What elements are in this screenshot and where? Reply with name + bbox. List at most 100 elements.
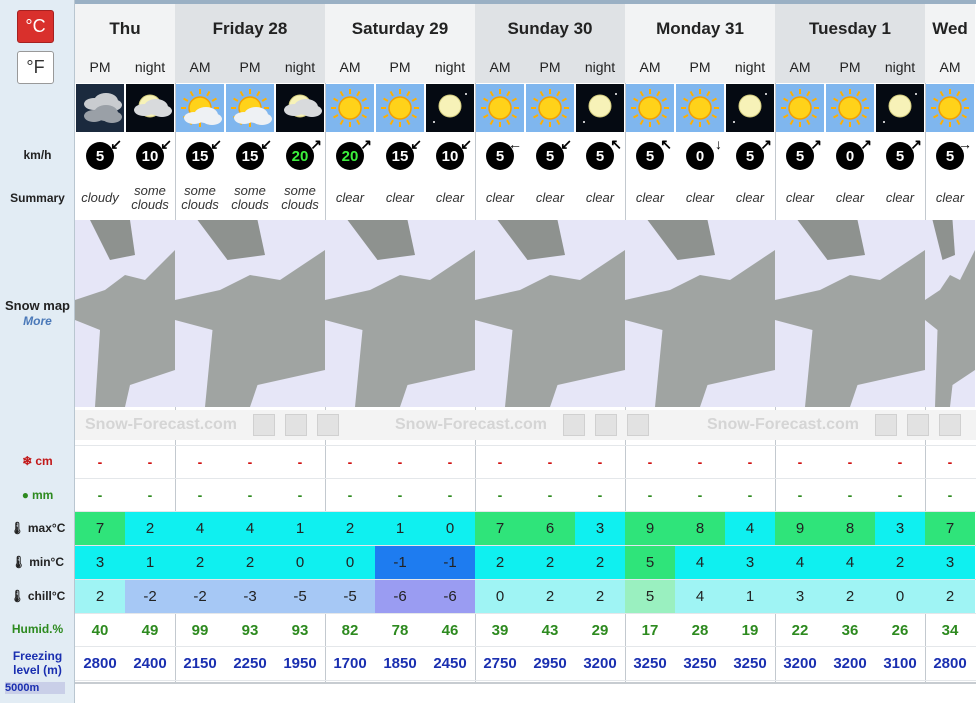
humidity-label: Humid.%: [11, 622, 64, 636]
snow-map-image[interactable]: [625, 220, 775, 407]
rain-amount-cell: -: [497, 487, 503, 503]
day-header: Saturday 29: [325, 4, 475, 50]
period-label: night: [575, 50, 625, 83]
snow-amount-label: ❄ cm: [0, 454, 75, 468]
min-temp-cell: 2: [475, 545, 525, 579]
wind-speed-value: 5: [545, 147, 555, 165]
rain-amount-cell: -: [947, 487, 953, 503]
snow-map-image[interactable]: [475, 220, 625, 407]
humidity-cell: 29: [591, 621, 609, 639]
snow-amount-cell: -: [347, 454, 353, 470]
humidity-cell: 28: [691, 621, 709, 639]
thermometer-icon: 🌡: [10, 555, 27, 569]
sun-icon: [676, 84, 724, 132]
weather-cell: [575, 83, 625, 133]
weather-cell: [75, 83, 125, 133]
wind-direction-arrow-icon: ↙: [110, 136, 122, 152]
wind-cell: 5 →: [925, 136, 975, 174]
snow-map-more-link[interactable]: More: [0, 314, 75, 328]
rain-amount-cell: -: [547, 487, 553, 503]
summary-cell: clear: [385, 190, 415, 205]
rain-amount-cell: -: [97, 487, 103, 503]
wind-cell: 15 ↙: [375, 136, 425, 174]
wind-cell: 15 ↙: [175, 136, 225, 174]
min-temp-cell: 4: [675, 545, 725, 579]
weather-cell: [725, 83, 775, 133]
snow-map-image[interactable]: [775, 220, 925, 407]
rain-amount-cell: -: [897, 487, 903, 503]
snow-amount-cell: -: [497, 454, 503, 470]
moon-icon: [726, 84, 774, 132]
snow-amount-cell: -: [747, 454, 753, 470]
weather-cell: [675, 83, 725, 133]
min-temp-cell: -1: [425, 545, 475, 579]
sun-icon: [326, 84, 374, 132]
wind-cell: 15 ↙: [225, 136, 275, 174]
humidity-cell: 22: [791, 621, 809, 639]
summary-cell: clear: [735, 190, 765, 205]
chill-temp-cell: 0: [875, 579, 925, 613]
min-temp-cell: 3: [75, 545, 125, 579]
freezing-level-cell: 2800: [83, 654, 117, 672]
snow-map-image[interactable]: [175, 220, 325, 407]
snow-amount-cell: -: [247, 454, 253, 470]
rain-amount-cell: -: [397, 487, 403, 503]
sun-cloud-icon: [226, 84, 274, 132]
moon-icon: [426, 84, 474, 132]
snow-map-image[interactable]: [75, 220, 175, 407]
rain-amount-unit: mm: [31, 488, 54, 502]
period-label: AM: [175, 50, 225, 83]
humidity-cell: 39: [491, 621, 509, 639]
snow-map-strip: [75, 220, 976, 407]
period-label: PM: [225, 50, 275, 83]
rain-amount-label: ● mm: [0, 488, 75, 502]
wind-cell: 0 ↗: [825, 136, 875, 174]
min-temp-cell: 2: [875, 545, 925, 579]
wind-speed-badge: 15 ↙: [386, 136, 422, 170]
sun-icon: [926, 84, 974, 132]
weather-cell: [325, 83, 375, 133]
day-header: Monday 31: [625, 4, 775, 50]
period-label: AM: [475, 50, 525, 83]
wind-speed-badge: 5 →: [936, 136, 972, 170]
row-divider: [75, 680, 976, 681]
weather-cell: [275, 83, 325, 133]
chill-temp-cell: -2: [125, 579, 175, 613]
sun-icon: [626, 84, 674, 132]
day-header: Friday 28: [175, 4, 325, 50]
min-temp-cell: 3: [725, 545, 775, 579]
weather-cell: [475, 83, 525, 133]
weather-cell: [925, 83, 975, 133]
humidity-cell: 17: [641, 621, 659, 639]
snow-amount-cell: -: [947, 454, 953, 470]
summary-cell: clear: [435, 190, 465, 205]
wind-cell: 10 ↙: [125, 136, 175, 174]
min-temp-cell: 2: [225, 545, 275, 579]
wind-speed-badge: 0 ↗: [836, 136, 872, 170]
wind-speed-value: 10: [441, 147, 459, 165]
wind-speed-badge: 20 ↗: [336, 136, 372, 170]
period-label: night: [725, 50, 775, 83]
watermark-text: Snow-Forecast.com: [707, 416, 860, 433]
min-temp-cell: 2: [175, 545, 225, 579]
sun-icon: [476, 84, 524, 132]
snow-map-label: Snow map: [4, 298, 70, 313]
snow-amount-cell: -: [847, 454, 853, 470]
sun-icon: [826, 84, 874, 132]
sun-icon: [776, 84, 824, 132]
wind-cell: 5 ↗: [875, 136, 925, 174]
fahrenheit-toggle-button[interactable]: °F: [17, 51, 54, 84]
period-label: PM: [825, 50, 875, 83]
wind-direction-arrow-icon: ↙: [410, 136, 422, 152]
watermark-strip: Snow-Forecast.com Snow-Forecast.com Snow-F…: [75, 410, 976, 440]
snow-map-image[interactable]: [325, 220, 475, 407]
max-temp-label: 🌡 max°C: [0, 521, 75, 535]
snow-map-image[interactable]: [925, 220, 975, 407]
wind-speed-badge: 5 ↙: [536, 136, 572, 170]
rain-amount-cell: -: [697, 487, 703, 503]
celsius-toggle-button[interactable]: °C: [17, 10, 54, 43]
freezing-level-cell: 2400: [133, 654, 167, 672]
period-label: AM: [775, 50, 825, 83]
wind-direction-arrow-icon: ↖: [660, 136, 672, 152]
wind-speed-badge: 0 ↓: [686, 136, 722, 170]
